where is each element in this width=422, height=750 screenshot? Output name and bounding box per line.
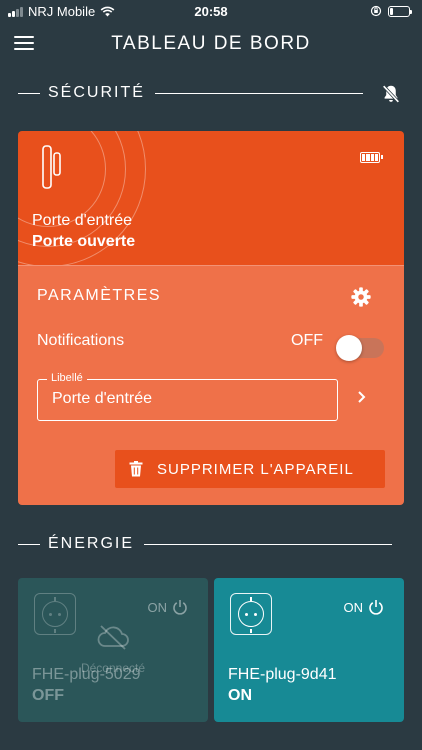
label-field-caption: Libellé	[47, 372, 87, 384]
page-title: TABLEAU DE BORD	[111, 33, 311, 54]
energy-section-title: ÉNERGIE	[48, 535, 135, 552]
label-input[interactable]	[52, 390, 322, 408]
security-section-title: SÉCURITÉ	[48, 84, 145, 101]
power-icon	[173, 600, 187, 615]
device-settings-panel: PARAMÈTRES Notifications OFF Libellé Por…	[18, 265, 404, 505]
plug-state: OFF	[32, 687, 64, 704]
notifications-toggle[interactable]	[336, 333, 384, 363]
app-header: TABLEAU DE BORD	[0, 24, 422, 66]
plug-power-button[interactable]: ON	[344, 599, 385, 615]
orientation-lock-icon	[370, 5, 382, 17]
plug-power-label: ON	[147, 599, 168, 615]
trash-icon	[129, 461, 143, 477]
security-section-header: SÉCURITÉ	[18, 81, 363, 105]
plug-card[interactable]: ON Déconnecté FHE-plug-5029 OFF	[18, 578, 208, 722]
door-sensor-summary[interactable]: Porte d'entrée Porte ouverte	[18, 131, 404, 265]
status-bar: NRJ Mobile 20:58	[0, 0, 422, 24]
cloud-off-icon	[97, 625, 129, 650]
energy-section-header: ÉNERGIE	[18, 532, 392, 556]
plug-power-label: ON	[343, 599, 364, 615]
notifications-label: Notifications	[37, 332, 125, 349]
gear-icon[interactable]	[350, 286, 372, 308]
door-sensor-icon	[42, 145, 61, 189]
smart-plug-icon	[34, 593, 76, 635]
power-icon	[369, 600, 383, 615]
battery-full-icon	[360, 152, 383, 163]
device-state: Porte ouverte	[32, 233, 136, 250]
delete-device-button[interactable]: SUPPRIMER L'APPAREIL	[115, 450, 385, 488]
plug-card[interactable]: ON FHE-plug-9d41 ON	[214, 578, 404, 722]
settings-title: PARAMÈTRES	[37, 287, 162, 304]
device-name: Porte d'entrée	[32, 212, 133, 229]
plug-power-button[interactable]: ON	[148, 599, 189, 615]
status-right	[370, 5, 412, 17]
chevron-right-icon[interactable]	[354, 390, 368, 404]
plug-state: ON	[228, 687, 252, 704]
delete-device-label: SUPPRIMER L'APPAREIL	[157, 460, 354, 478]
notifications-state: OFF	[291, 332, 323, 349]
bell-off-icon[interactable]	[380, 83, 402, 105]
plug-name: FHE-plug-9d41	[228, 666, 337, 683]
status-time: 20:58	[194, 4, 228, 19]
door-sensor-card: Porte d'entrée Porte ouverte PARAMÈTRES …	[18, 131, 404, 505]
plug-name: FHE-plug-5029	[32, 666, 141, 683]
battery-icon	[388, 5, 412, 17]
smart-plug-icon	[230, 593, 272, 635]
label-field: Libellé	[37, 372, 338, 421]
